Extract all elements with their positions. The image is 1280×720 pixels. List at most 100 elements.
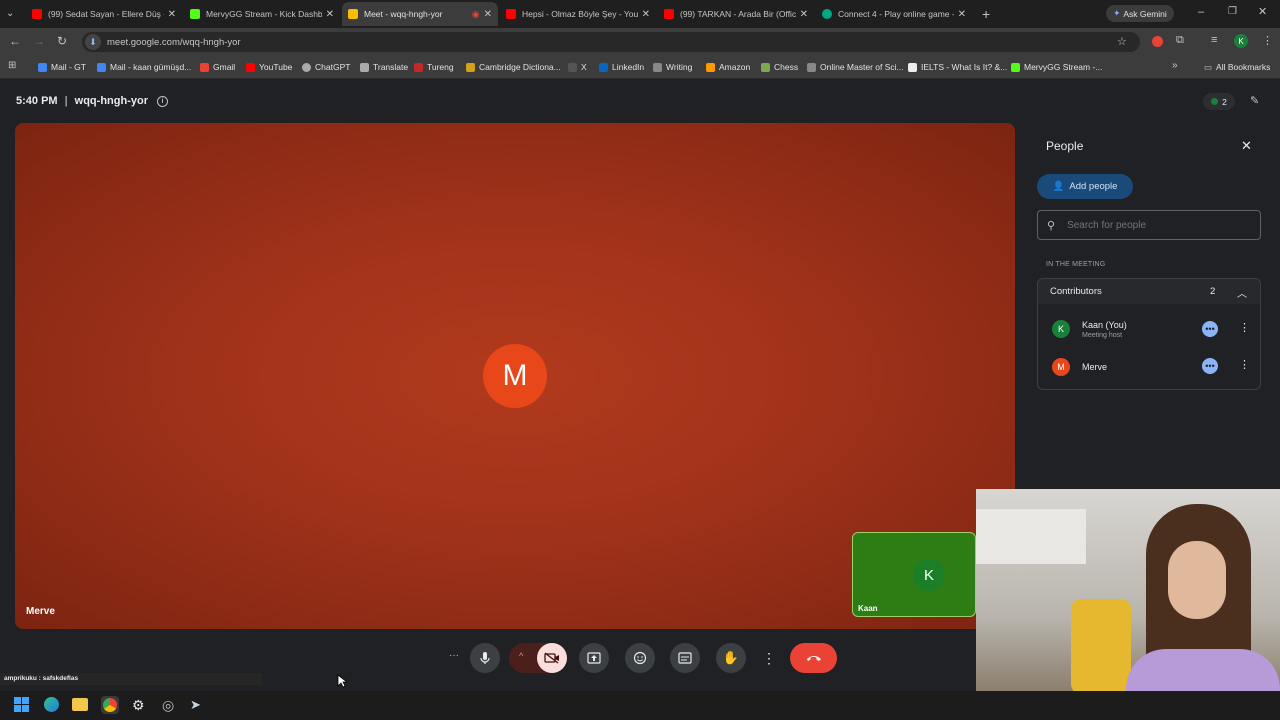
captions-button[interactable] bbox=[670, 643, 700, 673]
browser-tab[interactable]: Connect 4 - Play online game - ✕ bbox=[816, 2, 972, 26]
bookmark-favicon bbox=[97, 62, 106, 72]
back-button[interactable]: ← bbox=[9, 34, 21, 48]
bookmark-item[interactable]: YouTube bbox=[246, 60, 292, 74]
bookmark-star-icon[interactable]: ☆ bbox=[1117, 35, 1127, 48]
browser-tab[interactable]: (99) TARKAN - Arada Bir (Offici ✕ bbox=[658, 2, 814, 26]
reload-button[interactable]: ↻ bbox=[57, 34, 67, 48]
close-tab-icon[interactable]: ✕ bbox=[642, 9, 650, 20]
present-icon bbox=[587, 652, 601, 664]
status-text: amprikuku : safskdeflas bbox=[4, 675, 79, 682]
file-explorer-icon[interactable] bbox=[72, 698, 88, 711]
captions-icon bbox=[678, 652, 692, 664]
bookmark-item[interactable]: Cambridge Dictiona... bbox=[466, 60, 561, 74]
bookmark-item[interactable]: Translate bbox=[360, 60, 408, 74]
edit-icon[interactable]: ✎ bbox=[1250, 94, 1259, 107]
steam-icon[interactable]: ➤ bbox=[190, 697, 201, 713]
site-info-icon[interactable]: ⬇ bbox=[85, 34, 101, 50]
search-people-input[interactable] bbox=[1065, 218, 1240, 232]
close-tab-icon[interactable]: ✕ bbox=[484, 9, 492, 20]
youtube-icon bbox=[246, 62, 255, 72]
more-controls-icon[interactable]: ··· bbox=[449, 650, 459, 661]
close-tab-icon[interactable]: ✕ bbox=[168, 9, 176, 20]
close-tab-icon[interactable]: ✕ bbox=[958, 9, 966, 20]
browser-tab-active[interactable]: Meet - wqq-hngh-yor ◉ ✕ bbox=[342, 2, 498, 26]
forward-button[interactable]: → bbox=[33, 34, 45, 48]
media-control-icon[interactable]: ≡ bbox=[1211, 34, 1217, 46]
extension-icon[interactable] bbox=[1152, 36, 1163, 47]
apps-grid-icon[interactable]: ⊞ bbox=[8, 60, 16, 71]
chevron-up-icon[interactable]: ^ bbox=[519, 651, 523, 661]
leave-call-button[interactable] bbox=[790, 643, 837, 673]
obs-icon[interactable]: ◎ bbox=[162, 697, 174, 714]
member-role: Meeting host bbox=[1082, 332, 1123, 339]
close-tab-icon[interactable]: ✕ bbox=[800, 9, 808, 20]
close-tab-icon[interactable]: ✕ bbox=[326, 9, 334, 20]
coursera-icon bbox=[807, 62, 816, 72]
participant-count-badge[interactable]: 2 bbox=[1203, 93, 1235, 110]
reactions-button[interactable] bbox=[625, 643, 655, 673]
youtube-icon bbox=[32, 9, 42, 19]
ask-gemini-button[interactable]: ✦ Ask Gemini bbox=[1106, 5, 1174, 22]
camera-off-icon bbox=[544, 652, 559, 664]
browser-tab[interactable]: MervyGG Stream - Kick Dashbo ✕ bbox=[184, 2, 340, 26]
browser-menu-icon[interactable]: ⋮ bbox=[1262, 34, 1273, 47]
present-screen-button[interactable] bbox=[579, 643, 609, 673]
member-more-options-icon[interactable]: ⋮ bbox=[1239, 321, 1250, 334]
bookmark-item[interactable]: LinkedIn bbox=[599, 60, 644, 74]
windows-start-icon[interactable] bbox=[14, 697, 29, 712]
chevron-up-icon[interactable]: ︿ bbox=[1237, 285, 1247, 300]
bookmark-item[interactable]: Gmail bbox=[200, 60, 235, 74]
address-bar[interactable]: ⬇ meet.google.com/wqq-hngh-yor bbox=[82, 32, 1140, 52]
maximize-button[interactable]: ❐ bbox=[1228, 6, 1237, 17]
bookmark-item[interactable]: Chess bbox=[761, 60, 798, 74]
chrome-icon[interactable] bbox=[103, 698, 117, 712]
browser-tab[interactable]: (99) Sedat Sayan - Ellere Düş - Y ✕ bbox=[26, 2, 182, 26]
shelf-image bbox=[976, 509, 1086, 564]
bookmark-item[interactable]: Online Master of Sci... bbox=[807, 60, 904, 74]
browser-tab[interactable]: Hepsi - Olmaz Böyle Şey - YouT ✕ bbox=[500, 2, 656, 26]
new-tab-button[interactable]: + bbox=[982, 6, 990, 22]
microphone-button[interactable] bbox=[470, 643, 500, 673]
all-bookmarks-button[interactable]: ▭ All Bookmarks bbox=[1204, 60, 1270, 74]
bookmark-item[interactable]: Writing bbox=[653, 60, 692, 74]
emoji-icon bbox=[633, 651, 647, 665]
tab-search-icon[interactable]: ⌄ bbox=[6, 8, 14, 19]
chatgpt-app-icon[interactable]: ⚙ bbox=[132, 697, 145, 714]
raise-hand-button[interactable]: ✋ bbox=[716, 643, 746, 673]
self-name-label: Kaan bbox=[858, 604, 878, 613]
member-more-options-icon[interactable]: ⋮ bbox=[1239, 358, 1250, 371]
connect4-icon bbox=[822, 9, 832, 19]
search-icon: ⚲ bbox=[1047, 219, 1056, 232]
contributors-count: 2 bbox=[1210, 286, 1216, 297]
add-people-button[interactable]: 👤 Add people bbox=[1037, 174, 1133, 199]
bookmark-item[interactable]: Mail - GT bbox=[38, 60, 86, 74]
bookmark-item[interactable]: X bbox=[568, 60, 587, 74]
bookmark-item[interactable]: MervyGG Stream -... bbox=[1011, 60, 1102, 74]
member-name: Kaan (You) bbox=[1082, 320, 1127, 330]
bookmark-item[interactable]: Amazon bbox=[706, 60, 750, 74]
amazon-icon bbox=[706, 62, 715, 72]
more-bookmarks-icon[interactable]: » bbox=[1172, 60, 1178, 71]
youtube-icon bbox=[664, 9, 674, 19]
tureng-icon bbox=[414, 62, 423, 72]
audio-indicator-icon: ••• bbox=[1202, 358, 1218, 374]
more-vert-icon: ⋮ bbox=[762, 649, 776, 666]
participant-name-label: Merve bbox=[26, 606, 55, 617]
face-image bbox=[1168, 541, 1226, 619]
camera-toggle-button[interactable] bbox=[537, 643, 567, 673]
meeting-info-icon[interactable]: i bbox=[156, 95, 168, 107]
bookmark-item[interactable]: IELTS - What Is It? &... bbox=[908, 60, 1007, 74]
close-panel-button[interactable]: ✕ bbox=[1241, 138, 1252, 154]
extensions-icon[interactable]: ⧉ bbox=[1176, 34, 1184, 47]
close-window-button[interactable]: ✕ bbox=[1258, 5, 1267, 18]
edge-icon[interactable] bbox=[44, 697, 59, 712]
meeting-time: 5:40 PM bbox=[16, 95, 58, 107]
profile-avatar[interactable]: K bbox=[1234, 34, 1248, 48]
search-people-field[interactable]: ⚲ bbox=[1037, 210, 1261, 240]
bookmark-item[interactable]: ChatGPT bbox=[302, 60, 350, 74]
minimize-button[interactable]: – bbox=[1198, 6, 1204, 18]
bookmark-item[interactable]: Tureng bbox=[414, 60, 454, 74]
self-avatar: K bbox=[913, 559, 945, 591]
more-options-button[interactable]: ⋮ bbox=[754, 643, 784, 673]
bookmark-item[interactable]: Mail - kaan gümüşd... bbox=[97, 60, 191, 74]
